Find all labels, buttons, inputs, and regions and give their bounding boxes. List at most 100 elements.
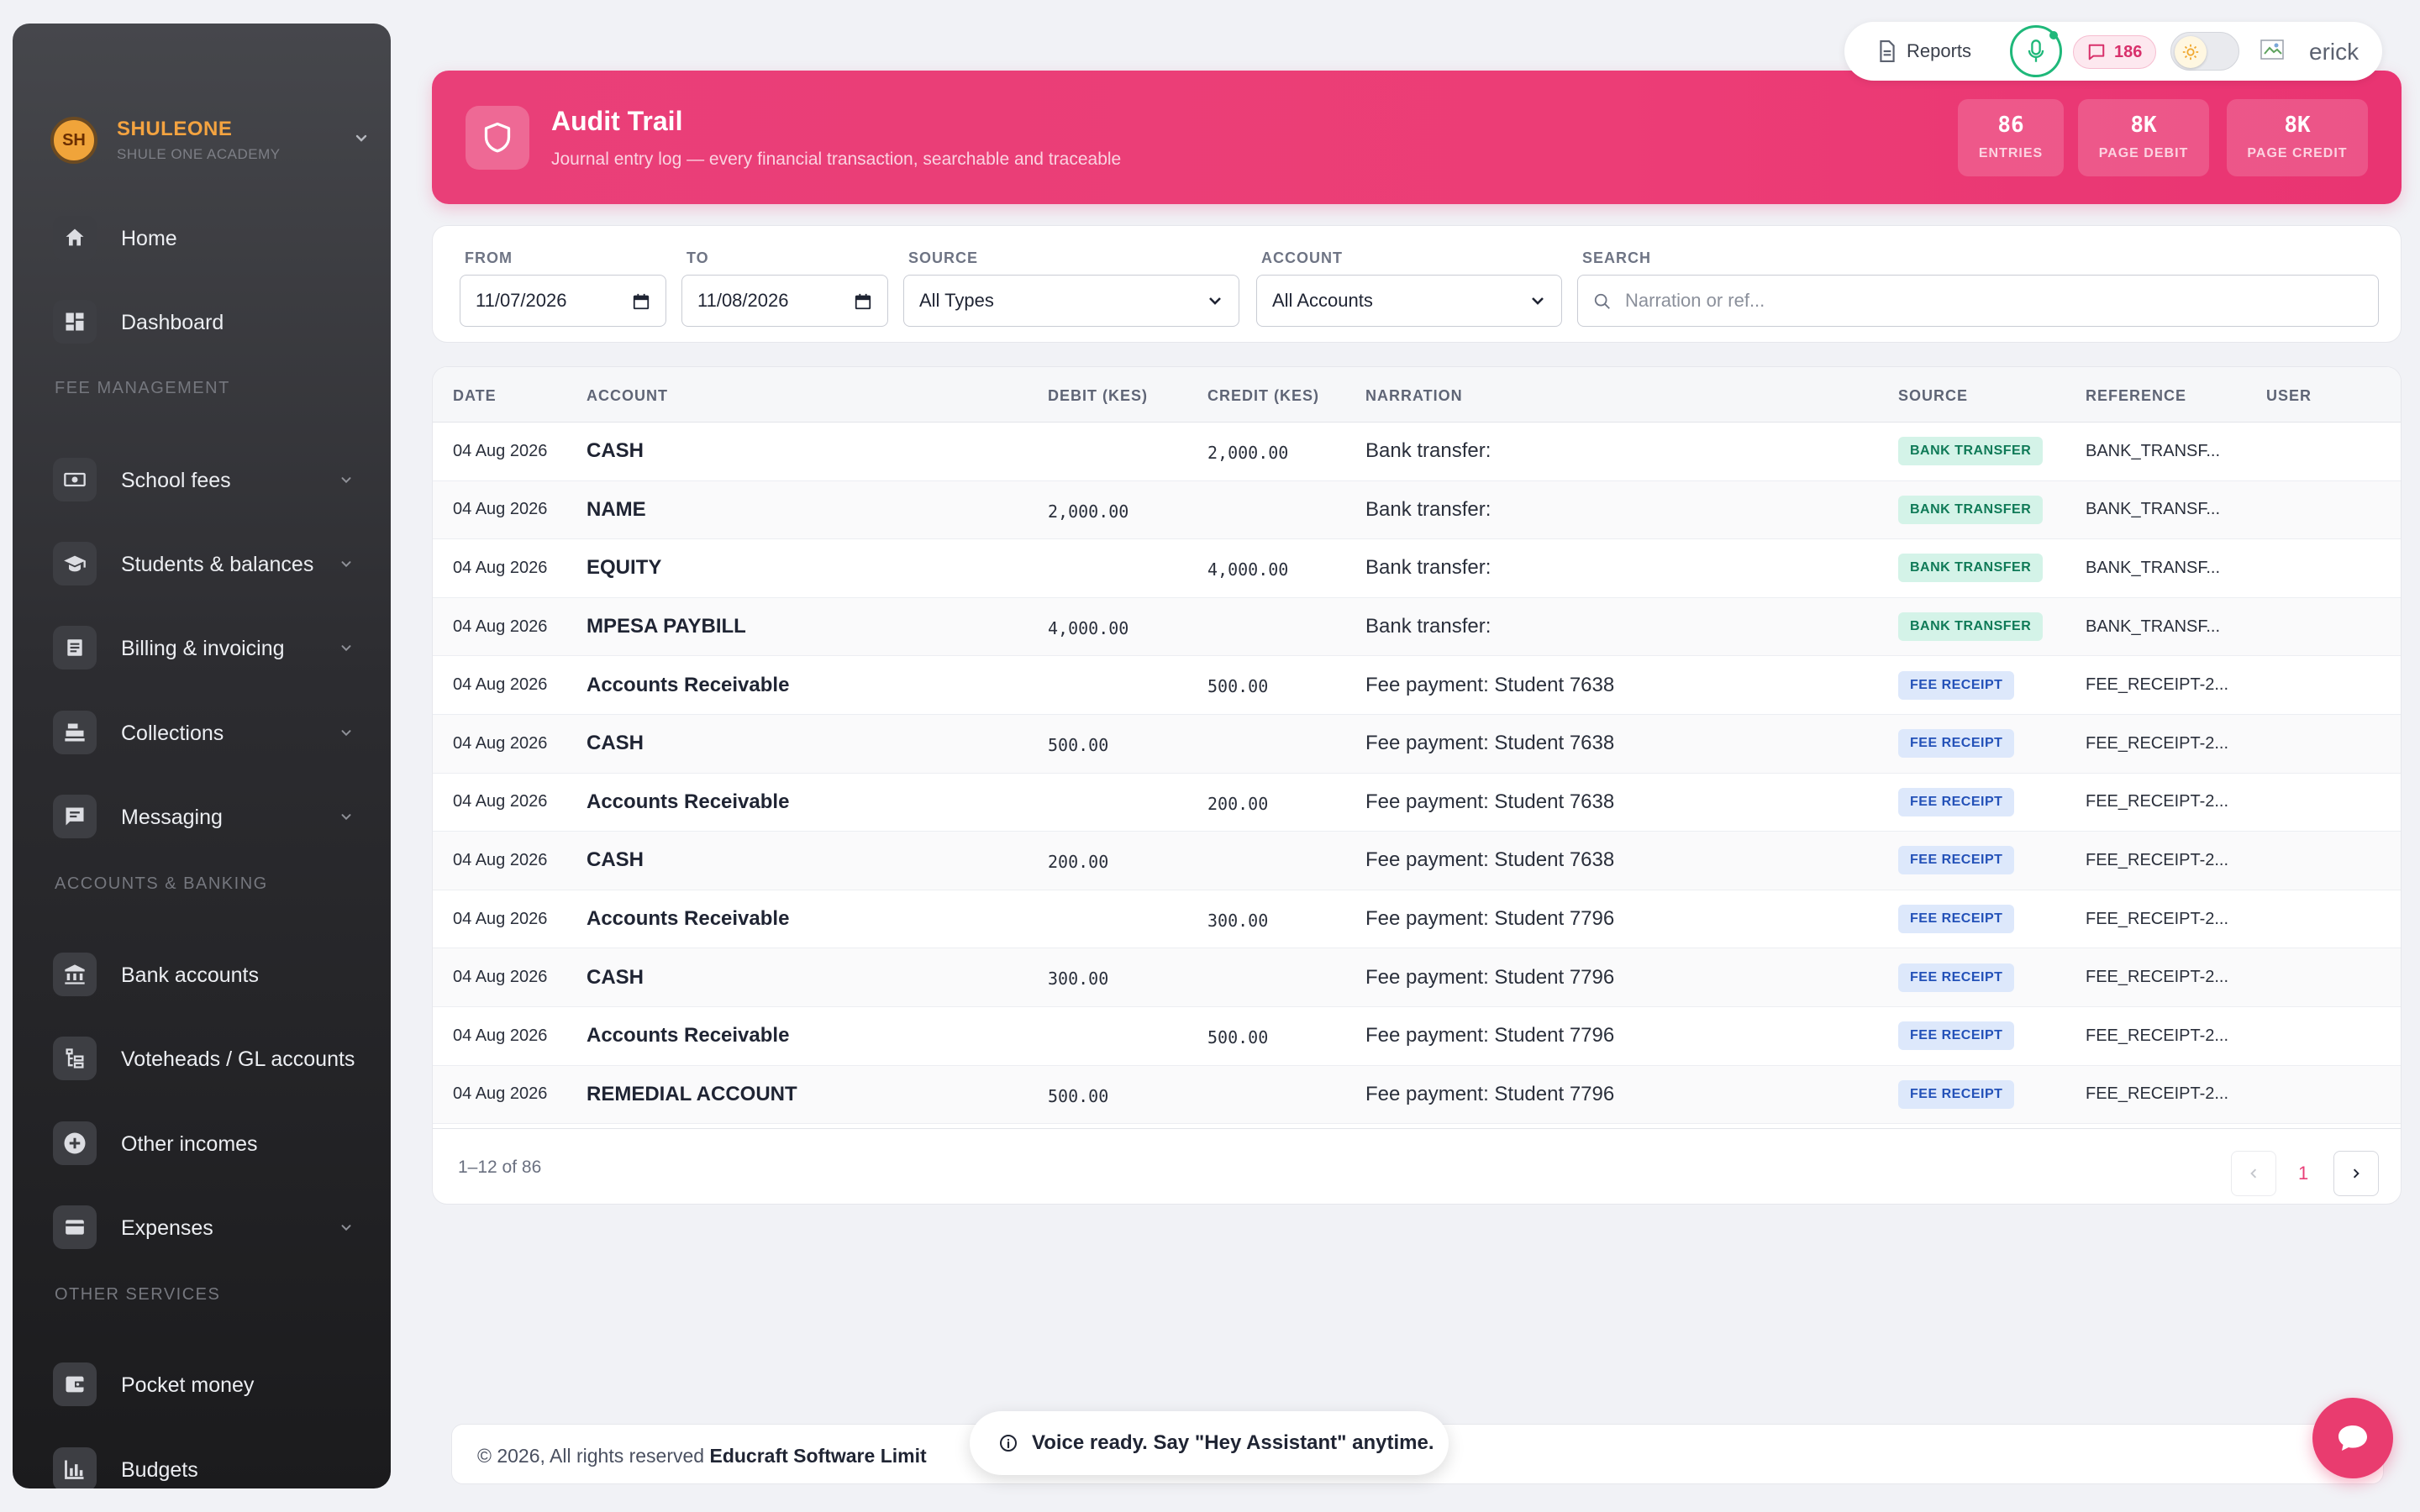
table-row[interactable]: 04 Aug 2026 EQUITY 4,000.00 Bank transfe… bbox=[433, 539, 2401, 598]
cell-narration: Bank transfer: bbox=[1365, 556, 1491, 580]
table-row[interactable]: 04 Aug 2026 MPESA PAYBILL 4,000.00 Bank … bbox=[433, 597, 2401, 657]
cell-debit: 500.00 bbox=[1048, 734, 1109, 755]
calendar-icon[interactable] bbox=[854, 292, 872, 311]
chat-icon bbox=[2088, 44, 2105, 60]
cell-source: FEE RECEIPT bbox=[1898, 1066, 2015, 1124]
cell-source: FEE RECEIPT bbox=[1898, 715, 2015, 773]
credit-card-icon bbox=[53, 1205, 97, 1249]
cell-reference: BANK_TRANSF... bbox=[2086, 441, 2221, 460]
sidebar-item-messaging[interactable]: Messaging bbox=[41, 790, 377, 841]
pagination-summary: 1–12 of 86 bbox=[458, 1158, 542, 1177]
sidebar-item-label: Bank accounts bbox=[121, 963, 259, 987]
wallet-icon bbox=[53, 1362, 97, 1406]
table-row[interactable]: 04 Aug 2026 CASH 2,000.00 Bank transfer:… bbox=[433, 423, 2401, 481]
column-header-narration[interactable]: NARRATION bbox=[1365, 387, 1463, 405]
cell-date: 04 Aug 2026 bbox=[453, 441, 548, 460]
from-date-input[interactable]: 11/07/2026 bbox=[460, 275, 666, 327]
table-row[interactable]: 04 Aug 2026 Accounts Receivable 500.00 F… bbox=[433, 1007, 2401, 1066]
chevron-down-icon bbox=[355, 134, 367, 142]
table-row[interactable]: 04 Aug 2026 CASH 500.00 Fee payment: Stu… bbox=[433, 714, 2401, 774]
column-header-debit[interactable]: DEBIT (KES) bbox=[1048, 387, 1148, 405]
sidebar-item-collections[interactable]: Collections bbox=[41, 706, 377, 757]
table-row[interactable]: 04 Aug 2026 Accounts Receivable 500.00 F… bbox=[433, 656, 2401, 715]
column-header-user[interactable]: USER bbox=[2266, 387, 2312, 405]
sidebar-item-label: Messaging bbox=[121, 806, 223, 829]
sidebar-item-expenses[interactable]: Expenses bbox=[41, 1201, 377, 1252]
sidebar-item-bank-accounts[interactable]: Bank accounts bbox=[41, 948, 377, 999]
current-page[interactable]: 1 bbox=[2298, 1163, 2308, 1184]
calendar-icon[interactable] bbox=[632, 292, 650, 311]
sidebar-item-home[interactable]: Home bbox=[41, 212, 377, 262]
cell-account: Accounts Receivable bbox=[587, 907, 790, 931]
brand-avatar: SH bbox=[50, 117, 97, 164]
account-select[interactable]: All Accounts bbox=[1256, 275, 1562, 327]
source-select[interactable]: All Types bbox=[903, 275, 1239, 327]
voice-ready-toast: Voice ready. Say "Hey Assistant" anytime… bbox=[970, 1411, 1449, 1475]
source-badge: FEE RECEIPT bbox=[1898, 963, 2015, 992]
stat-label: PAGE DEBIT bbox=[2098, 146, 2189, 160]
theme-toggle[interactable] bbox=[2170, 32, 2239, 71]
cell-debit: 500.00 bbox=[1048, 1085, 1109, 1106]
cell-reference: BANK_TRANSF... bbox=[2086, 617, 2221, 636]
table-body: 04 Aug 2026 CASH 2,000.00 Bank transfer:… bbox=[433, 423, 2401, 1125]
voice-assistant-button[interactable] bbox=[2010, 25, 2062, 77]
cell-narration: Fee payment: Student 7638 bbox=[1365, 790, 1615, 813]
table-row[interactable]: 04 Aug 2026 Accounts Receivable 300.00 F… bbox=[433, 890, 2401, 949]
table-row[interactable]: 04 Aug 2026 REMEDIAL ACCOUNT 500.00 Fee … bbox=[433, 1065, 2401, 1125]
chevron-down-icon bbox=[341, 561, 351, 568]
cell-debit: 200.00 bbox=[1048, 852, 1109, 873]
chat-widget-button[interactable] bbox=[2312, 1398, 2393, 1478]
cell-date: 04 Aug 2026 bbox=[453, 617, 548, 636]
next-page-button[interactable] bbox=[2333, 1151, 2379, 1196]
chevron-down-icon bbox=[341, 730, 351, 737]
sidebar-item-students[interactable]: Students & balances bbox=[41, 538, 377, 588]
table-header: DATE ACCOUNT DEBIT (KES) CREDIT (KES) NA… bbox=[433, 367, 2401, 423]
cell-narration: Bank transfer: bbox=[1365, 497, 1491, 521]
chevron-down-icon bbox=[341, 645, 351, 652]
bar-chart-icon bbox=[53, 1447, 97, 1488]
brand-switcher[interactable]: SH SHULEONE SHULE ONE ACADEMY bbox=[38, 97, 382, 181]
broken-image-icon[interactable] bbox=[2260, 37, 2286, 64]
column-header-account[interactable]: ACCOUNT bbox=[587, 387, 668, 405]
cell-account: CASH bbox=[587, 965, 644, 989]
chevron-down-icon bbox=[341, 1225, 351, 1231]
sidebar-item-budgets[interactable]: Budgets bbox=[41, 1443, 377, 1488]
cell-source: FEE RECEIPT bbox=[1898, 1007, 2015, 1065]
sidebar-item-billing[interactable]: Billing & invoicing bbox=[41, 622, 377, 672]
cell-date: 04 Aug 2026 bbox=[453, 968, 548, 987]
column-header-credit[interactable]: CREDIT (KES) bbox=[1207, 387, 1319, 405]
table-row[interactable]: 04 Aug 2026 CASH 300.00 Fee payment: Stu… bbox=[433, 948, 2401, 1007]
sidebar-item-pocket-money[interactable]: Pocket money bbox=[41, 1358, 377, 1409]
plus-circle-icon bbox=[53, 1121, 97, 1165]
cell-reference: FEE_RECEIPT-2... bbox=[2086, 675, 2229, 695]
from-date-value: 11/07/2026 bbox=[476, 290, 567, 311]
previous-page-button[interactable] bbox=[2231, 1151, 2276, 1196]
cell-narration: Fee payment: Student 7638 bbox=[1365, 732, 1615, 755]
cell-account: EQUITY bbox=[587, 556, 662, 580]
sidebar-item-label: Expenses bbox=[121, 1216, 213, 1240]
source-badge: FEE RECEIPT bbox=[1898, 905, 2015, 934]
stat-label: ENTRIES bbox=[1978, 146, 2044, 160]
table-row[interactable]: 04 Aug 2026 NAME 2,000.00 Bank transfer:… bbox=[433, 480, 2401, 540]
sidebar-item-label: Collections bbox=[121, 722, 224, 745]
messages-badge[interactable]: 186 bbox=[2073, 35, 2157, 69]
sidebar-item-school-fees[interactable]: School fees bbox=[41, 454, 377, 504]
to-date-input[interactable]: 11/08/2026 bbox=[681, 275, 888, 327]
sidebar-item-dashboard[interactable]: Dashboard bbox=[41, 296, 377, 346]
table-row[interactable]: 04 Aug 2026 CASH 200.00 Fee payment: Stu… bbox=[433, 832, 2401, 890]
reports-button[interactable]: Reports bbox=[1878, 39, 1971, 64]
footer-company[interactable]: Educraft Software Limit bbox=[709, 1445, 926, 1467]
cell-source: FEE RECEIPT bbox=[1898, 774, 2015, 832]
user-name[interactable]: erick bbox=[2309, 39, 2359, 66]
cell-credit: 500.00 bbox=[1207, 1026, 1269, 1047]
column-header-reference[interactable]: REFERENCE bbox=[2086, 387, 2186, 405]
search-input[interactable]: Narration or ref... bbox=[1577, 275, 2379, 327]
table-row[interactable]: 04 Aug 2026 Accounts Receivable 200.00 F… bbox=[433, 774, 2401, 832]
sidebar-item-other-incomes[interactable]: Other incomes bbox=[41, 1117, 377, 1168]
section-label-other: OTHER SERVICES bbox=[55, 1285, 221, 1304]
sidebar-item-voteheads[interactable]: Voteheads / GL accounts bbox=[41, 1032, 377, 1083]
source-badge: FEE RECEIPT bbox=[1898, 670, 2015, 700]
column-header-date[interactable]: DATE bbox=[453, 387, 497, 405]
column-header-source[interactable]: SOURCE bbox=[1898, 387, 1968, 405]
stat-value: 8K bbox=[2284, 113, 2311, 138]
